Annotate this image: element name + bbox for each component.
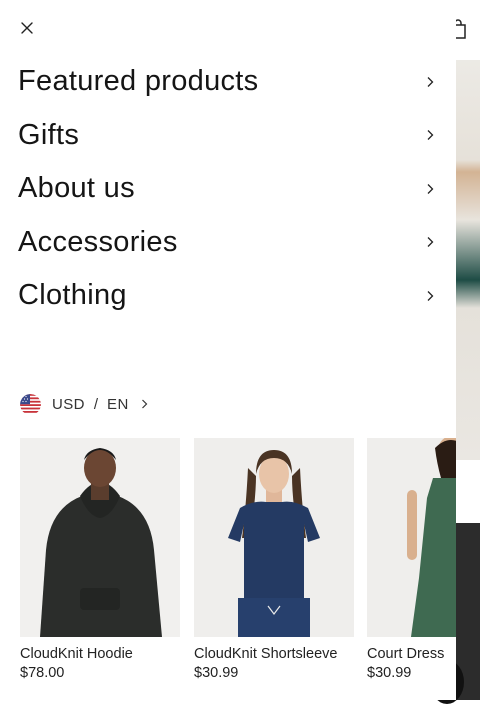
chevron-right-icon	[427, 76, 434, 87]
menu-item-clothing[interactable]: Clothing	[0, 269, 456, 323]
product-image	[20, 438, 180, 637]
product-name: CloudKnit Hoodie	[20, 646, 133, 662]
product-price: $30.99	[367, 665, 412, 681]
menu-item-label: Accessories	[18, 225, 178, 258]
us-flag-icon	[20, 393, 41, 415]
featured-products-carousel: CloudKnit Hoodie $78.00 CloudKnit Shorts…	[20, 438, 456, 700]
menu-item-label: Clothing	[18, 279, 127, 312]
menu-item-about-us[interactable]: About us	[0, 162, 456, 216]
currency-label: USD	[52, 395, 85, 413]
product-name: CloudKnit Shortsleeve	[194, 646, 338, 662]
menu-item-featured-products[interactable]: Featured products	[0, 55, 456, 109]
menu-item-gifts[interactable]: Gifts	[0, 109, 456, 163]
close-icon	[21, 22, 33, 34]
product-image	[367, 438, 456, 637]
product-card[interactable]: CloudKnit Hoodie $78.00	[20, 438, 180, 681]
navigation-drawer: Featured products Gifts About us Accesso…	[0, 0, 456, 700]
product-card[interactable]: Court Dress $30.99	[367, 438, 456, 681]
chevron-right-icon	[141, 399, 148, 409]
product-card[interactable]: CloudKnit Shortsleeve $30.99	[194, 438, 354, 681]
main-menu: Featured products Gifts About us Accesso…	[0, 55, 456, 323]
chevron-right-icon	[427, 183, 434, 194]
close-button[interactable]	[14, 16, 40, 40]
menu-item-label: Featured products	[18, 65, 259, 98]
menu-item-accessories[interactable]: Accessories	[0, 216, 456, 270]
product-price: $78.00	[20, 665, 65, 681]
product-name: Court Dress	[367, 646, 445, 662]
product-price: $30.99	[194, 665, 239, 681]
chevron-right-icon	[427, 237, 434, 248]
product-image	[194, 438, 354, 637]
menu-item-label: Gifts	[18, 118, 80, 151]
chevron-right-icon	[427, 130, 434, 141]
locale-selector[interactable]: USD / EN	[20, 393, 149, 415]
locale-separator: /	[93, 395, 99, 413]
background-hero-image	[456, 60, 480, 460]
language-label: EN	[107, 395, 129, 413]
chevron-right-icon	[427, 290, 434, 301]
menu-item-label: About us	[18, 172, 135, 205]
